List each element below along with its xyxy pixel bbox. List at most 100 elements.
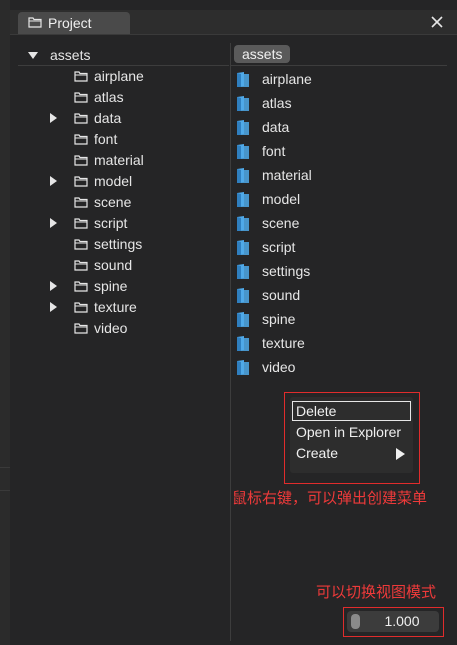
tree-item-data[interactable]: data: [50, 108, 121, 128]
asset-folder-airplane[interactable]: airplane: [236, 68, 312, 90]
project-panel: assets airplane atlas data font material model…: [10, 35, 457, 645]
menu-item-create[interactable]: Create: [292, 443, 411, 463]
folder-icon: [236, 167, 250, 184]
tree-item-label: font: [94, 131, 118, 147]
tree-item-texture[interactable]: texture: [50, 297, 137, 317]
expand-right-icon[interactable]: [50, 218, 57, 228]
tree-item-label: script: [94, 215, 128, 231]
folder-icon: [236, 263, 250, 280]
tree-item-label: material: [94, 152, 144, 168]
menu-item-create-label: Create: [296, 445, 339, 461]
asset-folder-data[interactable]: data: [236, 116, 289, 138]
folder-icon: [236, 359, 250, 376]
tree-arrow-slot: [50, 173, 74, 189]
pane-splitter[interactable]: [230, 43, 231, 641]
zoom-value: 1.000: [384, 613, 420, 629]
tree-item-script[interactable]: script: [50, 213, 127, 233]
tree-item-font[interactable]: font: [50, 129, 117, 149]
asset-folder-model[interactable]: model: [236, 188, 300, 210]
folder-icon: [236, 311, 250, 328]
tree-item-scene[interactable]: scene: [50, 192, 131, 212]
folder-outline-icon: [74, 238, 88, 250]
asset-folder-scene[interactable]: scene: [236, 212, 299, 234]
asset-folder-label: sound: [262, 287, 301, 303]
folder-outline-icon: [74, 133, 88, 145]
tab-project[interactable]: Project: [18, 12, 130, 34]
close-icon[interactable]: [429, 14, 445, 30]
tree-item-label: data: [94, 110, 122, 126]
folder-icon: [236, 95, 250, 112]
context-menu-annotation: 鼠标右键，可以弹出创建菜单: [232, 489, 428, 507]
tree-item-atlas[interactable]: atlas: [50, 87, 124, 107]
tree-item-settings[interactable]: settings: [50, 234, 142, 254]
folder-outline-icon: [74, 280, 88, 292]
expand-right-icon[interactable]: [50, 176, 57, 186]
view-zoom-slider[interactable]: 1.000: [347, 611, 439, 632]
asset-folder-texture[interactable]: texture: [236, 332, 305, 354]
expand-right-icon[interactable]: [50, 302, 57, 312]
asset-folder-label: font: [262, 143, 286, 159]
folder-icon: [236, 143, 250, 160]
menu-item-open-in-explorer[interactable]: Open in Explorer: [292, 422, 411, 442]
tree-item-model[interactable]: model: [50, 171, 132, 191]
asset-folder-spine[interactable]: spine: [236, 308, 295, 330]
tree-item-label: texture: [94, 299, 137, 315]
asset-folder-settings[interactable]: settings: [236, 260, 310, 282]
folder-icon: [236, 119, 250, 136]
folder-outline-icon: [74, 196, 88, 208]
asset-folder-atlas[interactable]: atlas: [236, 92, 292, 114]
folder-outline-icon: [74, 175, 88, 187]
tree-item-label: airplane: [94, 68, 144, 84]
folder-outline-icon: [74, 91, 88, 103]
asset-folder-sound[interactable]: sound: [236, 284, 300, 306]
expand-down-icon[interactable]: [28, 51, 38, 59]
expand-right-icon[interactable]: [50, 281, 57, 291]
asset-folder-material[interactable]: material: [236, 164, 312, 186]
folder-outline-icon: [74, 259, 88, 271]
asset-folder-font[interactable]: font: [236, 140, 285, 162]
project-window: Project assets airplane atlas data font mater…: [0, 0, 457, 645]
folder-outline-icon: [74, 112, 88, 124]
grid-separator: [231, 65, 447, 66]
asset-folder-label: data: [262, 119, 290, 135]
menu-item-delete[interactable]: Delete: [292, 401, 411, 421]
asset-folder-label: texture: [262, 335, 305, 351]
tree-item-label: assets: [50, 47, 91, 63]
folder-icon: [236, 191, 250, 208]
tree-item-video[interactable]: video: [50, 318, 127, 338]
folder-icon: [236, 287, 250, 304]
context-menu: Delete Open in Explorer Create: [290, 397, 413, 473]
tree-arrow-slot: [50, 215, 74, 231]
folder-outline-icon: [74, 154, 88, 166]
tree-item-label: spine: [94, 278, 128, 294]
expand-right-icon[interactable]: [50, 113, 57, 123]
title-bar: Project: [10, 10, 457, 35]
asset-folder-label: airplane: [262, 71, 312, 87]
asset-folder-label: material: [262, 167, 312, 183]
tree-item-sound[interactable]: sound: [50, 255, 132, 275]
folder-outline-icon: [28, 15, 42, 31]
breadcrumb[interactable]: assets: [234, 45, 291, 63]
tree-item-label: model: [94, 173, 133, 189]
tree-arrow-slot: [50, 110, 74, 126]
left-edge-divider: [0, 467, 10, 491]
tree-item-spine[interactable]: spine: [50, 276, 127, 296]
tree-item-airplane[interactable]: airplane: [50, 66, 144, 86]
asset-folder-label: script: [262, 239, 296, 255]
tree-item-assets[interactable]: assets: [28, 45, 90, 65]
asset-folder-label: settings: [262, 263, 311, 279]
folder-outline-icon: [74, 70, 88, 82]
tree-arrow-slot: [50, 278, 74, 294]
folder-outline-icon: [74, 322, 88, 334]
tree-item-label: scene: [94, 194, 132, 210]
asset-folder-label: spine: [262, 311, 296, 327]
folder-icon: [236, 71, 250, 88]
asset-folder-script[interactable]: script: [236, 236, 295, 258]
tree-item-label: settings: [94, 236, 143, 252]
tree-item-material[interactable]: material: [50, 150, 144, 170]
view-mode-annotation: 可以切换视图模式: [316, 583, 437, 601]
zoom-slider-thumb[interactable]: [351, 614, 360, 629]
asset-folder-label: atlas: [262, 95, 292, 111]
asset-folder-label: scene: [262, 215, 300, 231]
asset-folder-video[interactable]: video: [236, 356, 295, 378]
